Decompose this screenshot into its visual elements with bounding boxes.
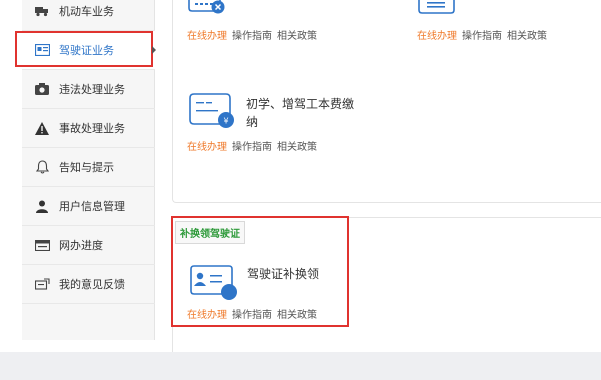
sidebar-item-label: 驾驶证业务	[59, 44, 114, 57]
sidebar-item-label: 机动车业务	[59, 5, 114, 18]
active-arrow-indicator	[152, 46, 156, 54]
license-replace-title[interactable]: 驾驶证补换领	[247, 265, 319, 283]
sidebar-nav: 机动车业务 驾驶证业务 违法处理业务 事故处理业务 告知与提示 用户信息管理 网…	[22, 0, 155, 340]
service-icon-partial-left	[187, 0, 235, 16]
camera-icon	[34, 81, 50, 97]
fee-payment-title[interactable]: 初学、增驾工本费缴 纳	[246, 95, 354, 131]
truck-icon	[34, 3, 50, 19]
sidebar-item-label: 告知与提示	[59, 161, 114, 174]
sidebar-item-label: 事故处理业务	[59, 122, 125, 135]
sidebar-item-user-info[interactable]: 用户信息管理	[22, 187, 155, 226]
service-links-fee: 在线办理 操作指南 相关政策	[187, 138, 322, 153]
progress-icon	[34, 237, 50, 253]
feedback-icon	[34, 276, 50, 292]
bell-icon	[34, 159, 50, 175]
license-replace-icon	[189, 264, 241, 302]
service-links-replace: 在线办理 操作指南 相关政策	[187, 306, 322, 321]
sidebar-item-label: 违法处理业务	[59, 83, 125, 96]
policy-link[interactable]: 相关政策	[277, 310, 317, 321]
guide-link[interactable]: 操作指南	[232, 310, 272, 321]
sidebar-item-accident[interactable]: 事故处理业务	[22, 109, 155, 148]
online-apply-link[interactable]: 在线办理	[417, 31, 457, 42]
guide-link[interactable]: 操作指南	[232, 31, 272, 42]
sidebar-item-violation[interactable]: 违法处理业务	[22, 70, 155, 109]
policy-link[interactable]: 相关政策	[507, 31, 547, 42]
service-links-row1-left: 在线办理 操作指南 相关政策	[187, 27, 322, 42]
sidebar-item-label: 用户信息管理	[59, 200, 125, 213]
sidebar-item-notice[interactable]: 告知与提示	[22, 148, 155, 187]
sidebar-item-label: 我的意见反馈	[59, 278, 125, 291]
online-apply-link[interactable]: 在线办理	[187, 142, 227, 153]
online-apply-link[interactable]: 在线办理	[187, 31, 227, 42]
policy-link[interactable]: 相关政策	[277, 142, 317, 153]
sidebar-item-license[interactable]: 驾驶证业务	[22, 31, 155, 70]
sidebar-item-label: 网办进度	[59, 239, 103, 252]
sidebar-item-vehicle[interactable]: 机动车业务	[22, 0, 155, 31]
footer-bar	[0, 352, 601, 380]
guide-link[interactable]: 操作指南	[232, 142, 272, 153]
fee-title-line1: 初学、增驾工本费缴	[246, 97, 355, 111]
sidebar-item-feedback[interactable]: 我的意见反馈	[22, 265, 155, 304]
guide-link[interactable]: 操作指南	[462, 31, 502, 42]
service-icon-partial-right	[417, 0, 457, 16]
online-apply-link[interactable]: 在线办理	[187, 310, 227, 321]
service-links-row1-right: 在线办理 操作指南 相关政策	[417, 27, 552, 42]
user-icon	[34, 198, 50, 214]
fee-title-line2: 纳	[246, 115, 259, 129]
license-card-icon	[34, 42, 50, 58]
fee-payment-icon: ¥	[188, 92, 238, 132]
warning-icon	[34, 120, 50, 136]
svg-text:¥: ¥	[223, 117, 228, 126]
category-tag: 补换领驾驶证	[175, 221, 245, 244]
sidebar-item-progress[interactable]: 网办进度	[22, 226, 155, 265]
policy-link[interactable]: 相关政策	[277, 31, 317, 42]
